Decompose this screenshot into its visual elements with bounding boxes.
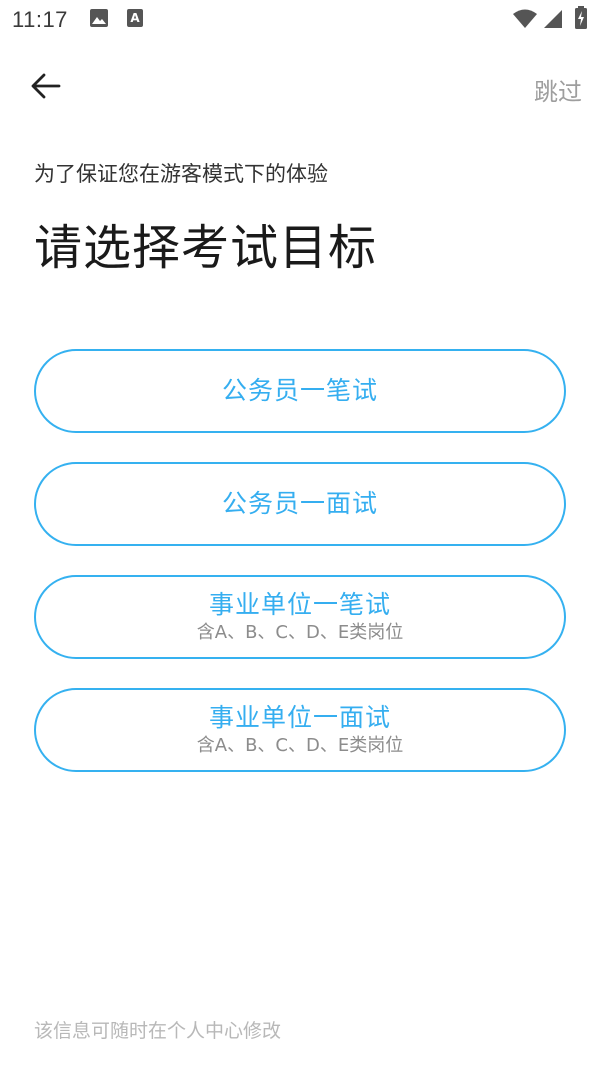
status-time: 11:17	[12, 7, 68, 32]
top-bar: 跳过	[0, 60, 600, 116]
option-public-institution-written[interactable]: 事业单位一笔试 含A、B、C、D、E类岗位	[34, 575, 566, 659]
image-icon	[89, 8, 109, 32]
svg-text:A: A	[130, 11, 140, 25]
text-a-icon: A	[126, 8, 144, 32]
option-public-institution-interview[interactable]: 事业单位一面试 含A、B、C、D、E类岗位	[34, 688, 566, 772]
page-subtitle: 为了保证您在游客模式下的体验	[34, 162, 328, 186]
option-label: 公务员一笔试	[221, 376, 378, 405]
option-note: 含A、B、C、D、E类岗位	[196, 734, 404, 756]
exam-goal-options: 公务员一笔试 公务员一面试 事业单位一笔试 含A、B、C、D、E类岗位 事业单位…	[34, 349, 566, 801]
arrow-left-icon	[31, 73, 61, 103]
wifi-icon	[512, 9, 538, 33]
option-label: 事业单位一笔试	[208, 589, 391, 619]
page-title: 请选择考试目标	[34, 220, 378, 276]
option-civil-servant-written[interactable]: 公务员一笔试	[34, 349, 566, 433]
status-bar: 11:17 A	[0, 0, 600, 40]
option-civil-servant-interview[interactable]: 公务员一面试	[34, 462, 566, 546]
option-label: 公务员一面试	[221, 489, 378, 518]
option-note: 含A、B、C、D、E类岗位	[196, 621, 404, 643]
skip-button[interactable]: 跳过	[534, 72, 582, 107]
footer-note: 该信息可随时在个人中心修改	[34, 1020, 282, 1042]
back-button[interactable]	[22, 68, 70, 108]
signal-icon	[543, 9, 563, 33]
option-label: 事业单位一面试	[208, 702, 391, 732]
battery-charging-icon	[574, 6, 588, 34]
